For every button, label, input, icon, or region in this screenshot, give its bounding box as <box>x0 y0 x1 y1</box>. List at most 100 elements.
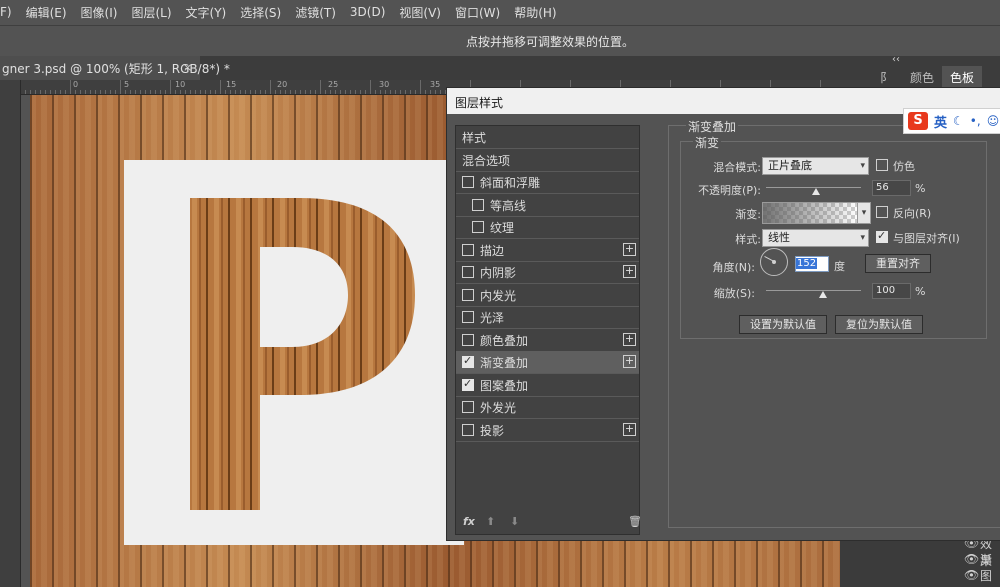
angle-dial[interactable] <box>760 248 788 276</box>
style-checkbox[interactable] <box>462 243 474 256</box>
add-style-icon[interactable]: + <box>623 242 636 256</box>
scale-slider-track[interactable] <box>766 290 861 291</box>
style-row[interactable]: 纹理 <box>456 216 639 239</box>
chevron-down-icon: ▾ <box>860 161 865 171</box>
menu-item[interactable]: 帮助(H) <box>507 4 563 21</box>
add-style-icon[interactable]: + <box>623 332 636 346</box>
style-select[interactable]: 线性 ▾ <box>762 229 869 247</box>
scale-input[interactable]: 100 <box>872 283 911 299</box>
moon-icon[interactable]: ☾ <box>953 114 964 128</box>
style-row[interactable]: 投影 + <box>456 419 639 442</box>
add-style-icon[interactable]: + <box>623 422 636 436</box>
smiley-icon[interactable]: ☺ <box>987 114 1000 128</box>
style-checkbox[interactable] <box>472 198 484 211</box>
style-row[interactable]: 内阴影 + <box>456 261 639 284</box>
reset-default-button[interactable]: 复位为默认值 <box>835 315 923 334</box>
ime-language-toggle[interactable]: 英 <box>934 112 947 131</box>
style-checkbox[interactable] <box>462 354 474 368</box>
blend-mode-select[interactable]: 正片叠底 ▾ <box>762 157 869 175</box>
style-row[interactable]: 等高线 <box>456 194 639 217</box>
add-style-icon[interactable]: + <box>623 355 636 368</box>
ruler-tick <box>405 90 406 94</box>
ruler-tick <box>70 80 71 94</box>
style-row[interactable]: 光泽 <box>456 306 639 329</box>
style-row[interactable]: 颜色叠加 + <box>456 329 639 352</box>
menu-item[interactable]: 窗口(W) <box>448 4 507 21</box>
style-checkbox[interactable] <box>462 288 474 301</box>
move-down-icon[interactable]: ⬇ <box>510 515 519 528</box>
style-row[interactable]: 图案叠加 <box>456 374 639 397</box>
style-checkbox[interactable] <box>462 377 474 391</box>
menu-item[interactable]: 图像(I) <box>74 4 125 21</box>
menu-item[interactable]: 选择(S) <box>233 4 288 21</box>
vertical-ruler[interactable] <box>0 80 21 587</box>
trash-icon[interactable]: 🗑 <box>628 515 642 528</box>
options-hint: 点按并拖移可调整效果的位置。 <box>466 35 635 49</box>
ruler-tick <box>440 90 441 94</box>
ruler-tick <box>195 90 196 94</box>
sogou-logo-icon[interactable]: S <box>908 112 928 130</box>
chevron-down-icon: ▾ <box>860 233 865 243</box>
ruler-tick <box>290 90 291 94</box>
menu-item[interactable]: 图层(L) <box>124 4 178 21</box>
menu-bar: F) 编辑(E) 图像(I) 图层(L) 文字(Y) 选择(S) 滤镜(T) 3D(D) 视图(… <box>0 0 1000 24</box>
punctuation-icon[interactable]: •, <box>970 114 981 128</box>
style-checkbox[interactable] <box>462 401 474 413</box>
ruler-tick <box>380 90 381 94</box>
style-row[interactable]: 渐变叠加 + <box>456 351 639 374</box>
menu-item[interactable]: 编辑(E) <box>19 4 74 21</box>
reverse-checkbox[interactable] <box>876 206 888 218</box>
close-icon[interactable]: × <box>183 61 192 74</box>
style-label: 图案叠加 <box>480 378 529 393</box>
angle-input[interactable]: 152 <box>795 256 829 272</box>
gradient-swatch[interactable] <box>762 202 859 224</box>
dither-checkbox[interactable] <box>876 159 888 171</box>
style-checkbox[interactable] <box>462 333 474 346</box>
opacity-slider-thumb[interactable] <box>812 188 820 195</box>
ruler-tick <box>295 90 296 94</box>
ruler-label: 30 <box>379 80 390 89</box>
menu-item[interactable]: 文字(Y) <box>179 4 234 21</box>
style-checkbox[interactable] <box>462 423 474 436</box>
angle-dial-center <box>772 260 776 264</box>
style-checkbox[interactable] <box>472 221 484 233</box>
style-checkbox[interactable] <box>462 311 474 323</box>
ruler-tick <box>260 90 261 94</box>
chevron-down-icon[interactable]: ▾ <box>857 202 871 224</box>
style-label: 等高线 <box>490 198 527 213</box>
ruler-tick <box>365 90 366 94</box>
reset-alignment-button[interactable]: 重置对齐 <box>865 254 931 273</box>
style-row[interactable]: 样式 <box>456 126 639 149</box>
style-label: 混合选项 <box>462 153 511 168</box>
menu-item[interactable]: 滤镜(T) <box>288 4 343 21</box>
align-with-layer-label: 与图层对齐(I) <box>893 232 960 245</box>
align-with-layer-checkbox[interactable] <box>876 229 888 243</box>
ruler-tick <box>315 90 316 94</box>
style-row[interactable]: 斜面和浮雕 <box>456 171 639 194</box>
layer-effect-gradient: 渐 <box>980 553 993 567</box>
fx-icon[interactable]: fx <box>463 515 475 528</box>
style-row[interactable]: 外发光 <box>456 396 639 419</box>
style-checkbox[interactable] <box>462 266 474 278</box>
style-checkbox[interactable] <box>462 176 474 188</box>
style-row[interactable]: 内发光 <box>456 284 639 307</box>
ruler-tick <box>305 90 306 94</box>
collapse-icon[interactable]: ‹‹ <box>892 54 900 65</box>
eye-icon[interactable]: 👁 <box>964 568 979 582</box>
style-row[interactable]: 描边 + <box>456 239 639 262</box>
menu-item[interactable]: 3D(D) <box>343 5 392 19</box>
style-row[interactable]: 混合选项 <box>456 149 639 172</box>
reverse-label: 反向(R) <box>893 207 932 220</box>
menu-item[interactable]: F) <box>0 5 19 19</box>
ruler-tick <box>325 90 326 94</box>
menu-item[interactable]: 视图(V) <box>392 4 448 21</box>
make-default-button[interactable]: 设置为默认值 <box>739 315 827 334</box>
ruler-tick <box>385 90 386 94</box>
document-tab[interactable]: gner 3.psd @ 100% (矩形 1, RGB/8*) * × <box>0 56 230 80</box>
ruler-tick <box>205 90 206 94</box>
eye-icon[interactable]: 👁 <box>964 552 979 566</box>
move-up-icon[interactable]: ⬆ <box>486 515 495 528</box>
add-style-icon[interactable]: + <box>623 265 636 278</box>
opacity-input[interactable]: 56 <box>872 180 911 196</box>
scale-slider-thumb[interactable] <box>819 291 827 298</box>
